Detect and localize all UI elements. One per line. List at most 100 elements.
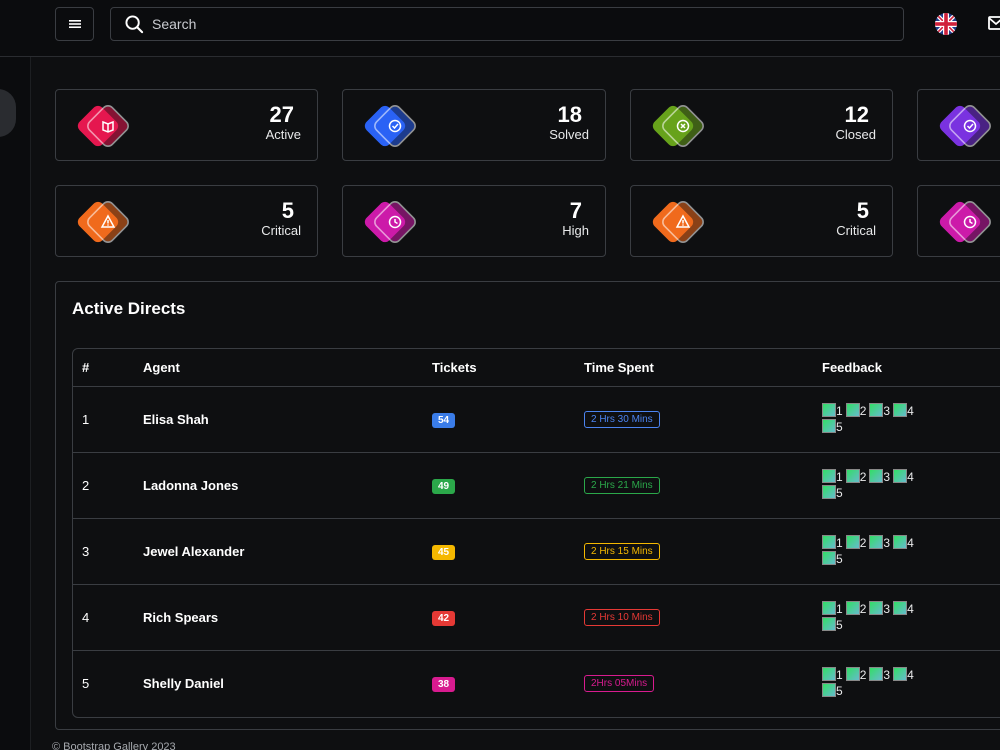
column-header-feedback: Feedback — [812, 349, 1000, 387]
row-number: 4 — [73, 584, 133, 651]
stat-label: Solved — [549, 127, 589, 142]
panel-title: Active Directs — [72, 299, 186, 318]
stat-label: High — [562, 223, 589, 238]
column-header-number: # — [73, 349, 133, 387]
feedback-star-image[interactable]: 1 — [822, 667, 843, 683]
table-row: 5 Shelly Daniel 38 2Hrs 05Mins 1 2 3 4 5 — [73, 650, 1000, 716]
feedback-star-image[interactable]: 3 — [869, 469, 890, 485]
agent-name: Elisa Shah — [133, 386, 422, 453]
stat-card[interactable]: 12 Closed — [630, 89, 893, 161]
warning-icon — [77, 201, 129, 243]
feedback-star-image[interactable]: 4 — [893, 535, 914, 551]
table-row: 3 Jewel Alexander 45 2 Hrs 15 Mins 1 2 3 45 — [73, 518, 1000, 585]
stat-card[interactable] — [917, 89, 1000, 161]
feedback-star-image[interactable]: 5 — [822, 485, 843, 501]
feedback-star-image[interactable]: 2 — [845, 469, 866, 485]
feedback-star-image[interactable]: 4 — [893, 667, 914, 683]
stat-card[interactable]: 27 Active — [55, 89, 318, 161]
row-number: 5 — [82, 675, 90, 691]
stat-card[interactable]: 5 Critical — [630, 185, 893, 257]
hamburger-icon — [68, 20, 81, 28]
stat-value: 5 — [856, 198, 869, 223]
check-circle-icon — [364, 105, 416, 147]
time-spent-badge: 2 Hrs 30 Mins — [584, 411, 660, 428]
agent-name: Jewel Alexander — [133, 518, 422, 585]
row-number: 3 — [73, 518, 133, 585]
stat-card[interactable]: 18 Solved — [342, 89, 606, 161]
tickets-badge: 54 — [432, 412, 456, 428]
feedback-star-image[interactable]: 2 — [845, 535, 866, 551]
feedback-star-image[interactable]: 5 — [822, 419, 843, 435]
column-header-time-spent: Time Spent — [574, 349, 812, 387]
feedback-star-image[interactable]: 5 — [822, 551, 843, 567]
time-spent-badge: 2Hrs 05Mins — [584, 675, 655, 693]
feedback-star-image[interactable]: 1 — [822, 535, 843, 551]
feedback-star-image[interactable]: 5 — [822, 617, 843, 633]
stat-label: Critical — [836, 223, 876, 238]
tickets-badge: 42 — [432, 610, 456, 626]
feedback-star-image[interactable]: 1 — [822, 469, 843, 485]
stat-value: 18 — [557, 102, 582, 127]
feedback-rating: 1 2 3 4 5 — [822, 667, 932, 699]
feedback-star-image[interactable]: 4 — [893, 601, 914, 617]
feedback-rating: 1 2 3 4 5 — [822, 601, 932, 633]
active-directs-table: # Agent Tickets Time Spent Feedback 1 Eli… — [72, 348, 1000, 718]
check-circle-icon — [939, 105, 991, 147]
stat-card[interactable]: 7 High — [342, 185, 606, 257]
clock-icon — [364, 201, 416, 243]
mail-icon[interactable] — [988, 15, 1000, 31]
tickets-badge: 38 — [432, 676, 456, 692]
feedback-star-image[interactable]: 3 — [869, 601, 890, 617]
search-icon — [125, 14, 144, 33]
uk-flag-icon[interactable] — [935, 13, 957, 35]
stat-card[interactable]: 5 Critical — [55, 185, 318, 257]
feedback-star-image[interactable]: 5 — [822, 683, 843, 699]
feedback-star-image[interactable]: 2 — [845, 667, 866, 683]
clock-icon — [939, 201, 991, 243]
feedback-star-image[interactable]: 3 — [869, 667, 890, 683]
agent-name: Shelly Daniel — [143, 675, 224, 691]
stat-label: Closed — [835, 127, 876, 142]
tickets-badge: 45 — [432, 544, 456, 560]
stat-value: 5 — [281, 198, 294, 223]
stat-value: 27 — [269, 102, 294, 127]
footer-copyright: © Bootstrap Gallery 2023 — [52, 741, 176, 750]
x-circle-icon — [652, 105, 704, 147]
menu-toggle-button[interactable] — [55, 7, 94, 41]
time-spent-badge: 2 Hrs 15 Mins — [584, 543, 660, 560]
row-number: 2 — [73, 452, 133, 519]
feedback-star-image[interactable]: 4 — [893, 469, 914, 485]
feedback-star-image[interactable]: 4 — [893, 403, 914, 419]
time-spent-badge: 2 Hrs 10 Mins — [584, 609, 660, 626]
feedback-star-image[interactable]: 3 — [869, 403, 890, 419]
feedback-star-image[interactable]: 2 — [845, 601, 866, 617]
table-row: 2 Ladonna Jones 49 2 Hrs 21 Mins 1 2 3 45 — [73, 452, 1000, 519]
feedback-rating: 1 2 3 4 5 — [822, 535, 932, 567]
feedback-star-image[interactable]: 2 — [845, 403, 866, 419]
active-directs-panel: Active Directs # Agent Tickets Time Spen… — [55, 281, 1000, 730]
feedback-star-image[interactable]: 1 — [822, 601, 843, 617]
agent-name: Ladonna Jones — [133, 452, 422, 519]
stat-value: 12 — [844, 102, 869, 127]
book-icon — [77, 105, 129, 147]
stat-card[interactable] — [917, 185, 1000, 257]
feedback-rating: 1 2 3 4 5 — [822, 403, 932, 435]
feedback-star-image[interactable]: 1 — [822, 403, 843, 419]
stat-label: Critical — [261, 223, 301, 238]
sidebar — [0, 57, 31, 750]
table-header-row: # Agent Tickets Time Spent Feedback — [73, 349, 1000, 387]
column-header-agent: Agent — [133, 349, 422, 387]
stat-value: 7 — [569, 198, 582, 223]
search-placeholder: Search — [152, 16, 197, 32]
stat-label: Active — [265, 127, 301, 142]
time-spent-badge: 2 Hrs 21 Mins — [584, 477, 660, 494]
column-header-tickets: Tickets — [422, 349, 574, 387]
table-row: 4 Rich Spears 42 2 Hrs 10 Mins 1 2 3 45 — [73, 584, 1000, 651]
search-box[interactable]: Search — [110, 7, 904, 41]
table-row: 1 Elisa Shah 54 2 Hrs 30 Mins 1 2 3 45 — [73, 386, 1000, 453]
row-number: 1 — [73, 386, 133, 453]
tickets-badge: 49 — [432, 478, 456, 494]
feedback-star-image[interactable]: 3 — [869, 535, 890, 551]
top-navbar: Search — [0, 0, 1000, 57]
agent-name: Rich Spears — [133, 584, 422, 651]
